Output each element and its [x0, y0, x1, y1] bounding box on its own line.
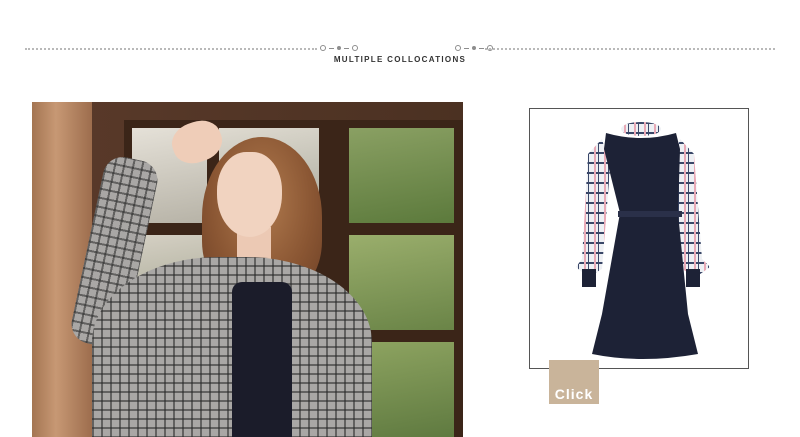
header-divider-right	[485, 48, 775, 50]
product-card[interactable]	[529, 108, 749, 369]
section-title: MULTIPLE COLLOCATIONS	[333, 55, 467, 64]
model-photo	[32, 102, 463, 437]
header-ornament-left-icon	[320, 45, 358, 51]
navy-sweater	[232, 282, 292, 437]
model-face	[217, 152, 282, 237]
click-button[interactable]: Click	[549, 360, 599, 404]
header-divider-left	[25, 48, 317, 50]
dress-icon	[576, 122, 710, 359]
